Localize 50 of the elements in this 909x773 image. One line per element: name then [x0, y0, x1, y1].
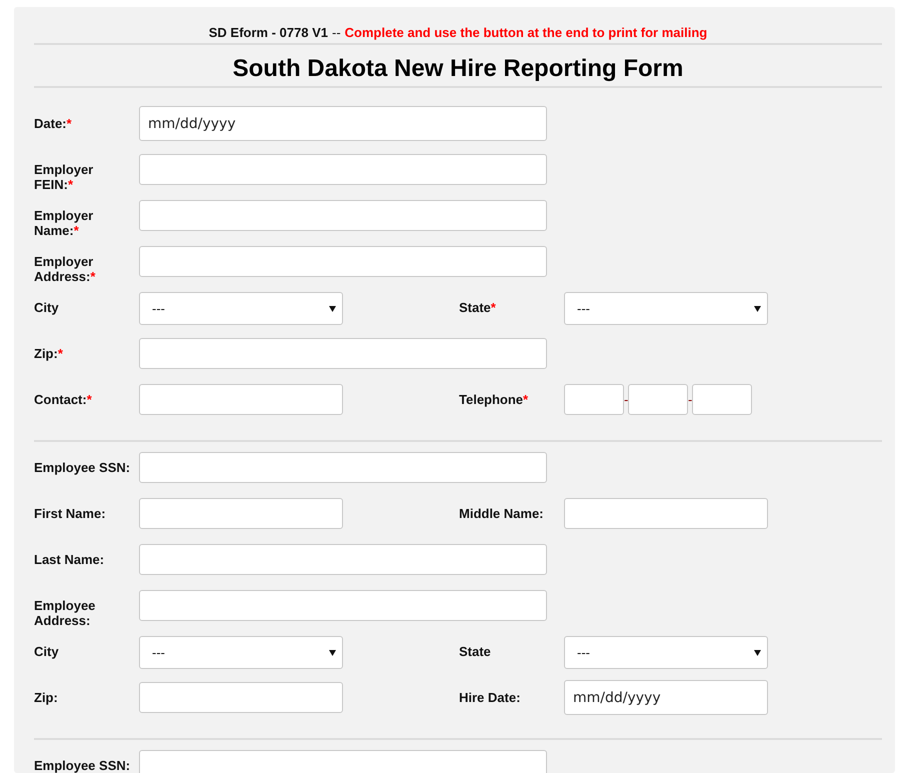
field-label: State*: [459, 299, 497, 315]
field-label: State: [459, 643, 492, 659]
phone-field[interactable]: [692, 384, 752, 415]
form-title: South Dakota New Hire Reporting Form: [34, 45, 882, 88]
text-field[interactable]: [139, 590, 547, 621]
field-label: Employer Name:*: [34, 207, 94, 238]
field-label: Employee SSN:: [34, 757, 132, 773]
text-field[interactable]: [139, 200, 547, 231]
field-label: Zip:: [34, 689, 59, 705]
text-field[interactable]: [139, 682, 343, 713]
form-id: SD Eform - 0778 V1: [208, 25, 328, 40]
field-label: City: [34, 299, 60, 315]
date-field[interactable]: mm/dd/yyyy: [564, 680, 768, 715]
text-field[interactable]: [139, 154, 547, 185]
field-label: Zip:*: [34, 345, 64, 361]
caret-icon: [754, 306, 761, 312]
field-label: Last Name:: [34, 551, 106, 567]
caret-icon: [329, 306, 336, 312]
field-label: Employer FEIN:*: [34, 161, 94, 192]
dropdown[interactable]: ---: [564, 292, 768, 325]
text-field[interactable]: [139, 544, 547, 575]
field-label: Hire Date:: [459, 689, 522, 705]
field-label: Employee Address:: [34, 597, 96, 628]
phone-field[interactable]: [628, 384, 688, 415]
dropdown[interactable]: ---: [139, 292, 343, 325]
field-label: First Name:: [34, 505, 107, 521]
field-label: Employer Address:*: [34, 253, 96, 284]
field-label: Date:*: [34, 115, 73, 131]
field-label: Telephone*: [459, 391, 530, 407]
phone-field[interactable]: [564, 384, 624, 415]
dropdown[interactable]: ---: [139, 636, 343, 669]
field-label: Middle Name:: [459, 505, 545, 521]
text-field[interactable]: [139, 384, 343, 415]
field-label: Employee SSN:: [34, 459, 132, 475]
separator-text: --: [332, 25, 341, 40]
text-field[interactable]: [139, 498, 343, 529]
text-field[interactable]: [139, 338, 547, 369]
field-label: City: [34, 643, 60, 659]
dropdown[interactable]: ---: [564, 636, 768, 669]
field-label: Contact:*: [34, 391, 93, 407]
dash-text: -: [624, 392, 628, 407]
instruction-text: Complete and use the button at the end to print for mailing: [344, 25, 708, 40]
text-field[interactable]: [139, 246, 547, 277]
text-field[interactable]: [139, 750, 547, 773]
date-field[interactable]: mm/dd/yyyy: [139, 106, 547, 141]
dash-text: -: [688, 392, 692, 407]
text-field[interactable]: [564, 498, 768, 529]
caret-icon: [754, 650, 761, 656]
text-field[interactable]: [139, 452, 547, 483]
caret-icon: [329, 650, 336, 656]
